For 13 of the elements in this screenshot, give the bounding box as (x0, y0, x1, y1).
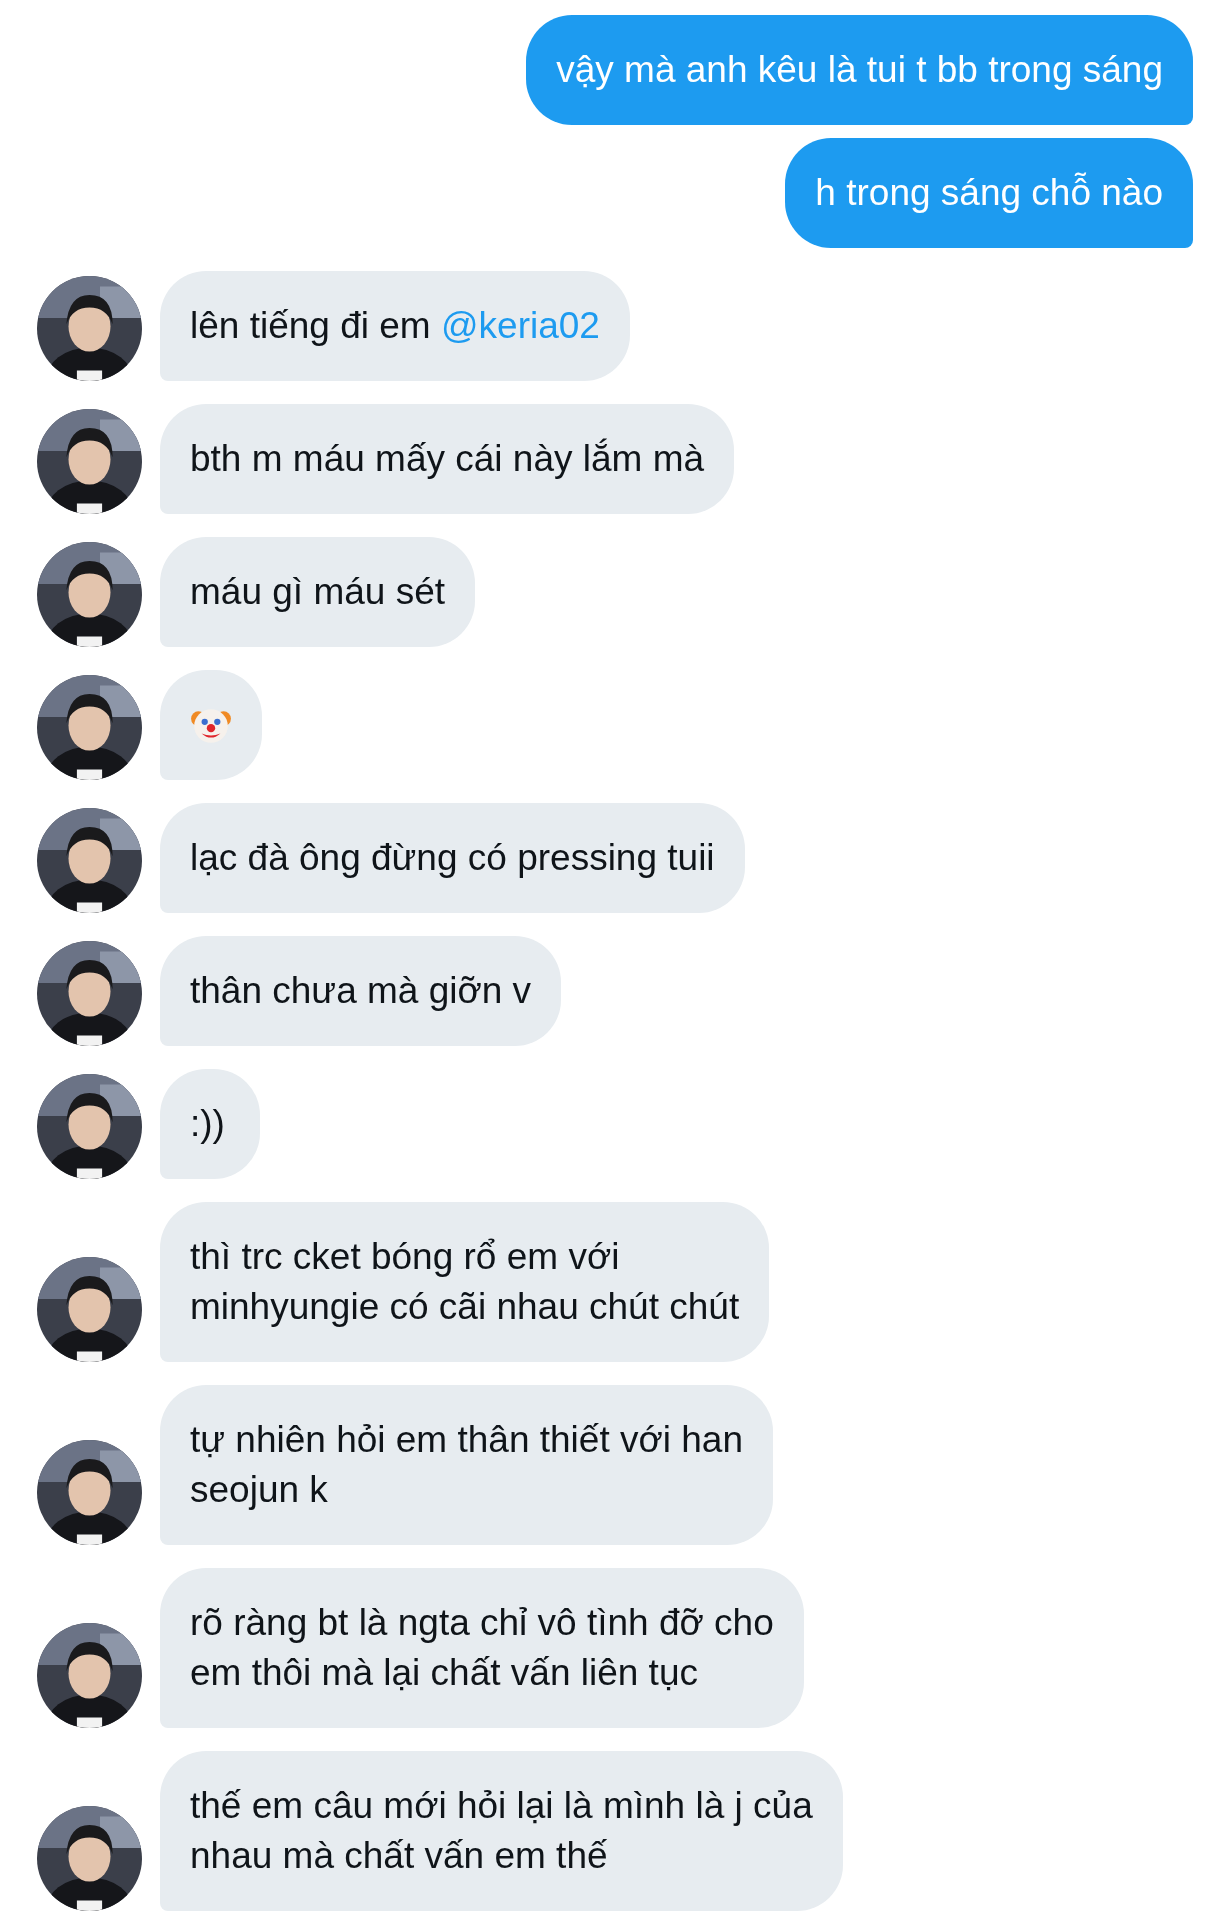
mention-link[interactable]: @keria02 (441, 305, 600, 346)
message-bubble: máu gì máu sét (160, 537, 475, 647)
message-bubble: bth m máu mấy cái này lắm mà (160, 404, 735, 514)
message-bubble: thân chưa mà giỡn v (160, 936, 562, 1046)
message-bubble: vậy mà anh kêu là tui t bb trong sáng (526, 15, 1193, 125)
message-bubble: thì trc cket bóng rổ em với minhyungie có cãi nhau chút chút (160, 1202, 770, 1362)
message-bubble: thế em câu mới hỏi lại là mình là j của nhau mà chất vấn em thế (160, 1751, 843, 1911)
message-bubble: h trong sáng chỗ nào (785, 138, 1193, 248)
message-bubble: rõ ràng bt là ngta chỉ vô tình đỡ cho em thôi mà lại chất vấn liên tục (160, 1568, 804, 1728)
message-bubble: :)) (160, 1069, 260, 1179)
message-bubble: lạc đà ông đừng có pressing tuii (160, 803, 745, 913)
message-bubble: lên tiếng đi em @keria02 (160, 271, 630, 381)
message-bubble: tự nhiên hỏi em thân thiết với han seojun k (160, 1385, 773, 1545)
